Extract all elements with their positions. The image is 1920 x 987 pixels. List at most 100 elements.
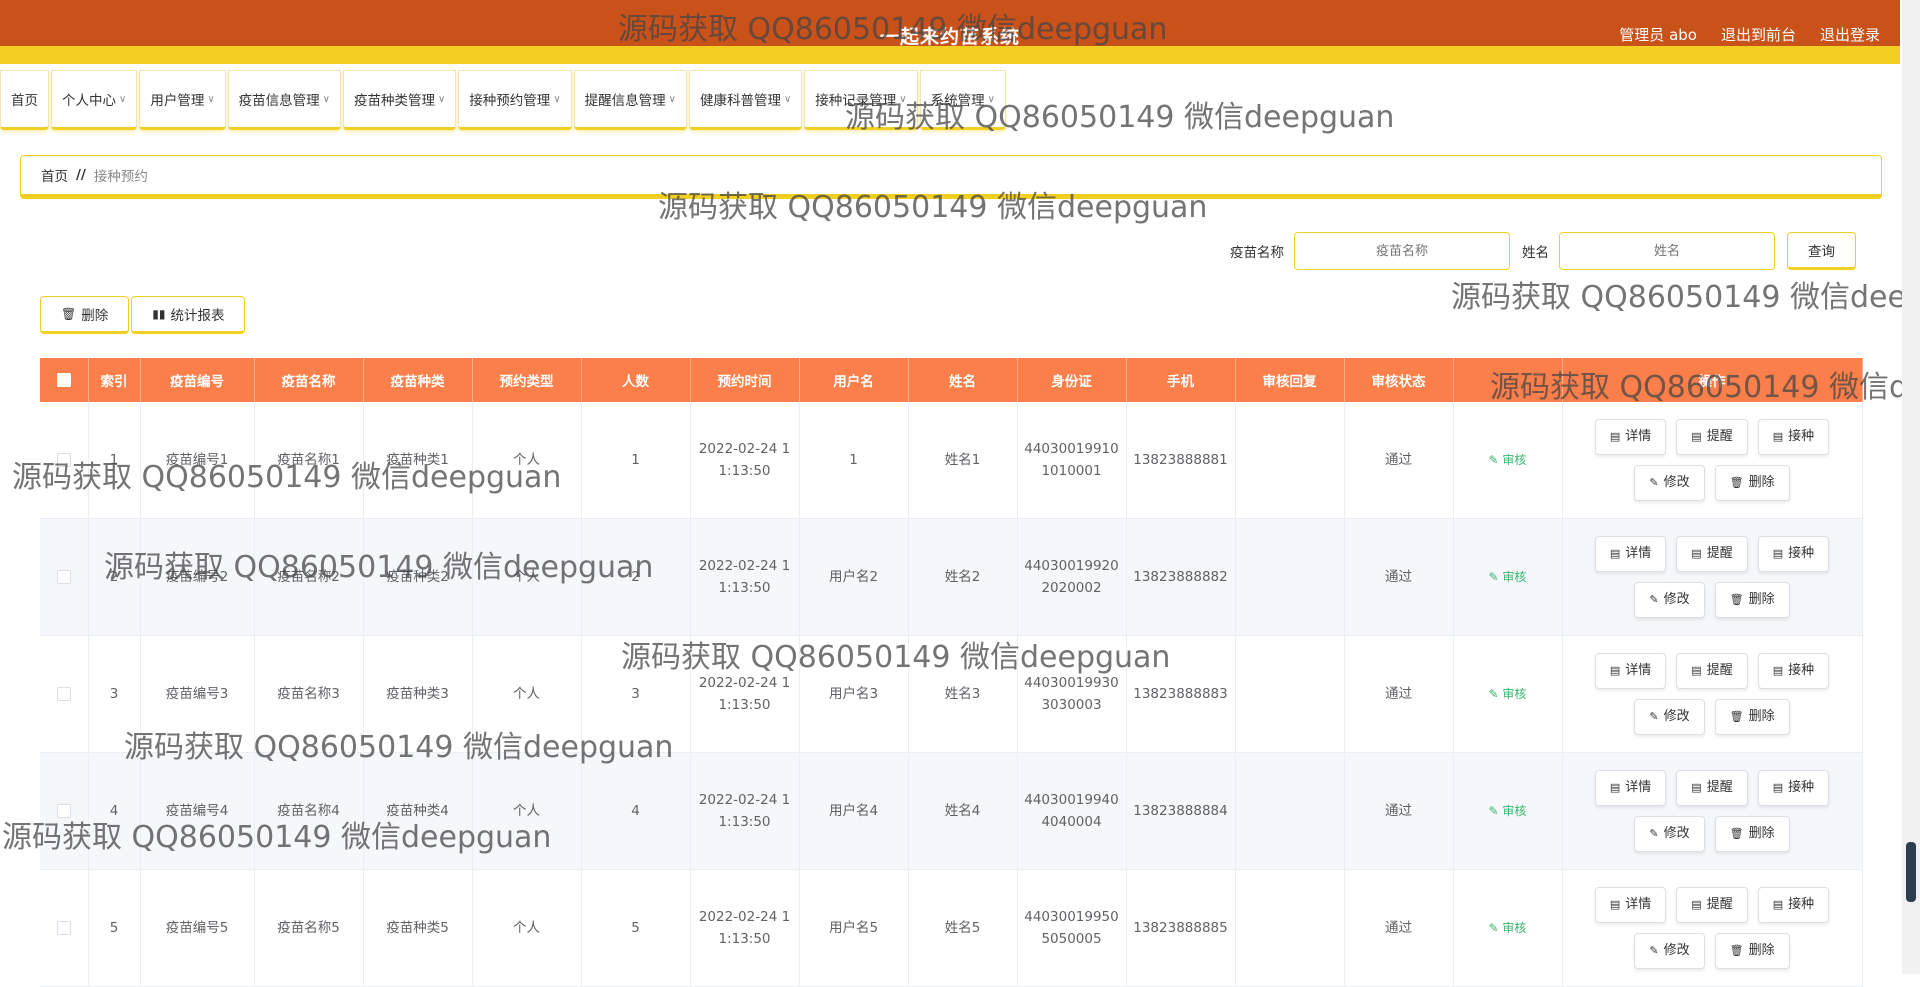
trash-icon: 🗑	[61, 307, 77, 321]
detail-button[interactable]: ▤ 详情	[1594, 653, 1667, 689]
row-checkbox[interactable]	[56, 921, 71, 935]
edit-button[interactable]: ✎ 修改	[1634, 699, 1705, 735]
breadcrumb-home[interactable]: 首页	[41, 165, 68, 185]
document-icon: ▤	[1609, 664, 1621, 677]
admin-user-label[interactable]: 管理员 abo	[1619, 24, 1697, 45]
col-header: 预约类型	[472, 358, 582, 402]
audit-link[interactable]: ✎ 审核	[1489, 804, 1527, 818]
trash-icon: 🗑	[1729, 593, 1744, 606]
nav-item-users[interactable]: 用户管理 ∨	[139, 70, 226, 130]
remind-button[interactable]: ▤ 提醒	[1676, 419, 1748, 455]
nav-item-records[interactable]: 接种记录管理 ∨	[804, 70, 918, 130]
vaccinate-button[interactable]: ▤ 接种	[1757, 887, 1830, 923]
operations-cell: ▤ 详情 ▤ 提醒 ▤ 接种 ✎ 修改 🗑 删除	[1562, 402, 1863, 519]
nav-item-personal[interactable]: 个人中心 ∨	[51, 70, 138, 130]
cell-type: 疫苗种类4	[363, 752, 473, 870]
remind-button[interactable]: ▤ 提醒	[1676, 770, 1748, 806]
detail-button[interactable]: ▤ 详情	[1594, 419, 1667, 455]
person-name-input[interactable]	[1559, 232, 1775, 270]
nav-item-vaccine-info[interactable]: 疫苗信息管理 ∨	[227, 70, 341, 130]
nav-item-health[interactable]: 健康科普管理 ∨	[688, 70, 803, 130]
document-icon: ▤	[1772, 898, 1784, 911]
cell-idcard: 440300199404040004	[1017, 752, 1127, 870]
row-checkbox[interactable]	[56, 570, 71, 584]
row-checkbox[interactable]	[56, 453, 71, 467]
chevron-down-icon: ∨	[322, 93, 330, 105]
appointments-table: 索引 疫苗编号 疫苗名称 疫苗种类 预约类型 人数 预约时间 用户名 姓名 身份…	[40, 358, 1863, 987]
select-all-checkbox[interactable]	[56, 373, 71, 387]
nav-item-system[interactable]: 系统管理 ∨	[919, 70, 1006, 130]
detail-button[interactable]: ▤ 详情	[1594, 770, 1667, 806]
operations-cell: ▤ 详情 ▤ 提醒 ▤ 接种 ✎ 修改 🗑 删除	[1562, 518, 1863, 636]
cell-status: 通过	[1344, 518, 1454, 636]
document-icon: ▤	[1691, 547, 1702, 560]
edit-button[interactable]: ✎ 修改	[1634, 582, 1705, 618]
col-header: 疫苗编号	[140, 358, 255, 402]
person-name-label: 姓名	[1522, 245, 1549, 261]
col-header: 审核状态	[1344, 358, 1454, 402]
cell-idcard: 440300199505050005	[1017, 869, 1127, 987]
vaccinate-button[interactable]: ▤ 接种	[1757, 419, 1830, 455]
cell-name: 疫苗名称2	[254, 518, 364, 636]
query-button[interactable]: 查询	[1787, 232, 1856, 270]
cell-phone: 13823888882	[1126, 518, 1236, 636]
document-icon: ▤	[1772, 430, 1784, 443]
scrollbar-thumb[interactable]	[1906, 842, 1916, 902]
delete-button[interactable]: 🗑 删除	[1714, 933, 1790, 969]
select-all-header[interactable]	[40, 358, 89, 402]
cell-book-type: 个人	[472, 752, 582, 870]
table-row: 3 疫苗编号3 疫苗名称3 疫苗种类3 个人 3 2022-02-24 11:13:50 用户…	[40, 635, 1863, 753]
detail-button[interactable]: ▤ 详情	[1594, 887, 1667, 923]
edit-button[interactable]: ✎ 修改	[1634, 465, 1705, 501]
logout-link[interactable]: 退出登录	[1820, 24, 1880, 45]
cell-time: 2022-02-24 11:13:50	[690, 635, 800, 753]
delete-button[interactable]: 🗑 删除	[1714, 699, 1790, 735]
pencil-icon: ✎	[1488, 453, 1503, 467]
nav-item-appointments[interactable]: 接种预约管理 ∨	[458, 70, 572, 130]
detail-button[interactable]: ▤ 详情	[1594, 536, 1667, 572]
cell-reply	[1235, 518, 1345, 636]
scrollbar[interactable]	[1902, 0, 1920, 974]
delete-button[interactable]: 🗑 删除	[1714, 465, 1790, 501]
cell-status: 通过	[1344, 402, 1454, 519]
row-select-cell[interactable]	[40, 518, 89, 636]
edit-button[interactable]: ✎ 修改	[1634, 933, 1705, 969]
audit-cell: ✎ 审核	[1453, 752, 1563, 870]
row-checkbox[interactable]	[56, 804, 71, 818]
back-to-front-link[interactable]: 退出到前台	[1721, 24, 1796, 45]
col-header: 人数	[581, 358, 691, 402]
audit-link[interactable]: ✎ 审核	[1489, 570, 1527, 584]
report-button[interactable]: ▮▮ 统计报表	[131, 296, 246, 334]
row-select-cell[interactable]	[40, 402, 89, 519]
cell-phone: 13823888881	[1126, 402, 1236, 519]
table-row: 1 疫苗编号1 疫苗名称1 疫苗种类1 个人 1 2022-02-24 11:13:50 1 姓…	[40, 402, 1863, 519]
vaccinate-button[interactable]: ▤ 接种	[1757, 653, 1830, 689]
operations-cell: ▤ 详情 ▤ 提醒 ▤ 接种 ✎ 修改 🗑 删除	[1562, 869, 1863, 987]
row-select-cell[interactable]	[40, 752, 89, 870]
audit-link[interactable]: ✎ 审核	[1489, 453, 1527, 467]
cell-index: 1	[88, 402, 141, 519]
remind-button[interactable]: ▤ 提醒	[1676, 887, 1748, 923]
vaccinate-button[interactable]: ▤ 接种	[1757, 770, 1830, 806]
vaccine-name-input[interactable]	[1294, 232, 1510, 270]
cell-person: 姓名1	[908, 402, 1018, 519]
bulk-delete-button[interactable]: 🗑 删除	[40, 296, 130, 334]
row-checkbox[interactable]	[56, 687, 71, 701]
nav-item-reminders[interactable]: 提醒信息管理 ∨	[573, 70, 687, 130]
delete-button[interactable]: 🗑 删除	[1714, 582, 1790, 618]
cell-username: 用户名3	[799, 635, 909, 753]
col-header: 审核回复	[1235, 358, 1345, 402]
delete-button[interactable]: 🗑 删除	[1714, 816, 1790, 852]
vaccinate-button[interactable]: ▤ 接种	[1757, 536, 1830, 572]
audit-link[interactable]: ✎ 审核	[1489, 687, 1527, 701]
nav-item-home[interactable]: 首页	[0, 70, 49, 130]
edit-button[interactable]: ✎ 修改	[1634, 816, 1705, 852]
cell-index: 3	[88, 635, 141, 753]
audit-link[interactable]: ✎ 审核	[1489, 921, 1527, 935]
col-header: 预约时间	[690, 358, 800, 402]
remind-button[interactable]: ▤ 提醒	[1676, 536, 1748, 572]
remind-button[interactable]: ▤ 提醒	[1676, 653, 1748, 689]
row-select-cell[interactable]	[40, 869, 89, 987]
nav-item-vaccine-types[interactable]: 疫苗种类管理 ∨	[342, 70, 457, 130]
row-select-cell[interactable]	[40, 635, 89, 753]
